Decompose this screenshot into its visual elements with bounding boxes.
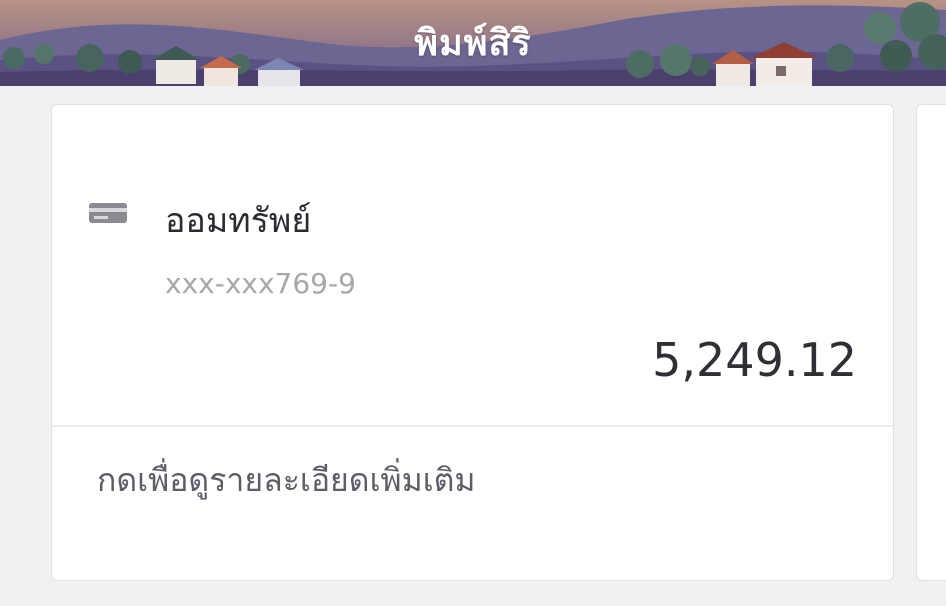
header-banner: พิมพ์สิริ bbox=[0, 0, 946, 86]
account-card[interactable]: ออมทรัพย์ xxx-xxx769-9 5,249.12 กดเพื่อด… bbox=[51, 104, 894, 581]
account-type: ออมทรัพย์ bbox=[165, 201, 312, 241]
account-balance: 5,249.12 bbox=[652, 333, 857, 387]
page-title: พิมพ์สิริ bbox=[414, 23, 532, 64]
view-details-link[interactable]: กดเพื่อดูรายละเอียดเพิ่มเติม bbox=[97, 455, 476, 506]
account-number: xxx-xxx769-9 bbox=[165, 267, 356, 300]
next-account-card[interactable] bbox=[916, 104, 946, 581]
card-divider bbox=[52, 425, 893, 427]
card-icon bbox=[88, 201, 128, 225]
